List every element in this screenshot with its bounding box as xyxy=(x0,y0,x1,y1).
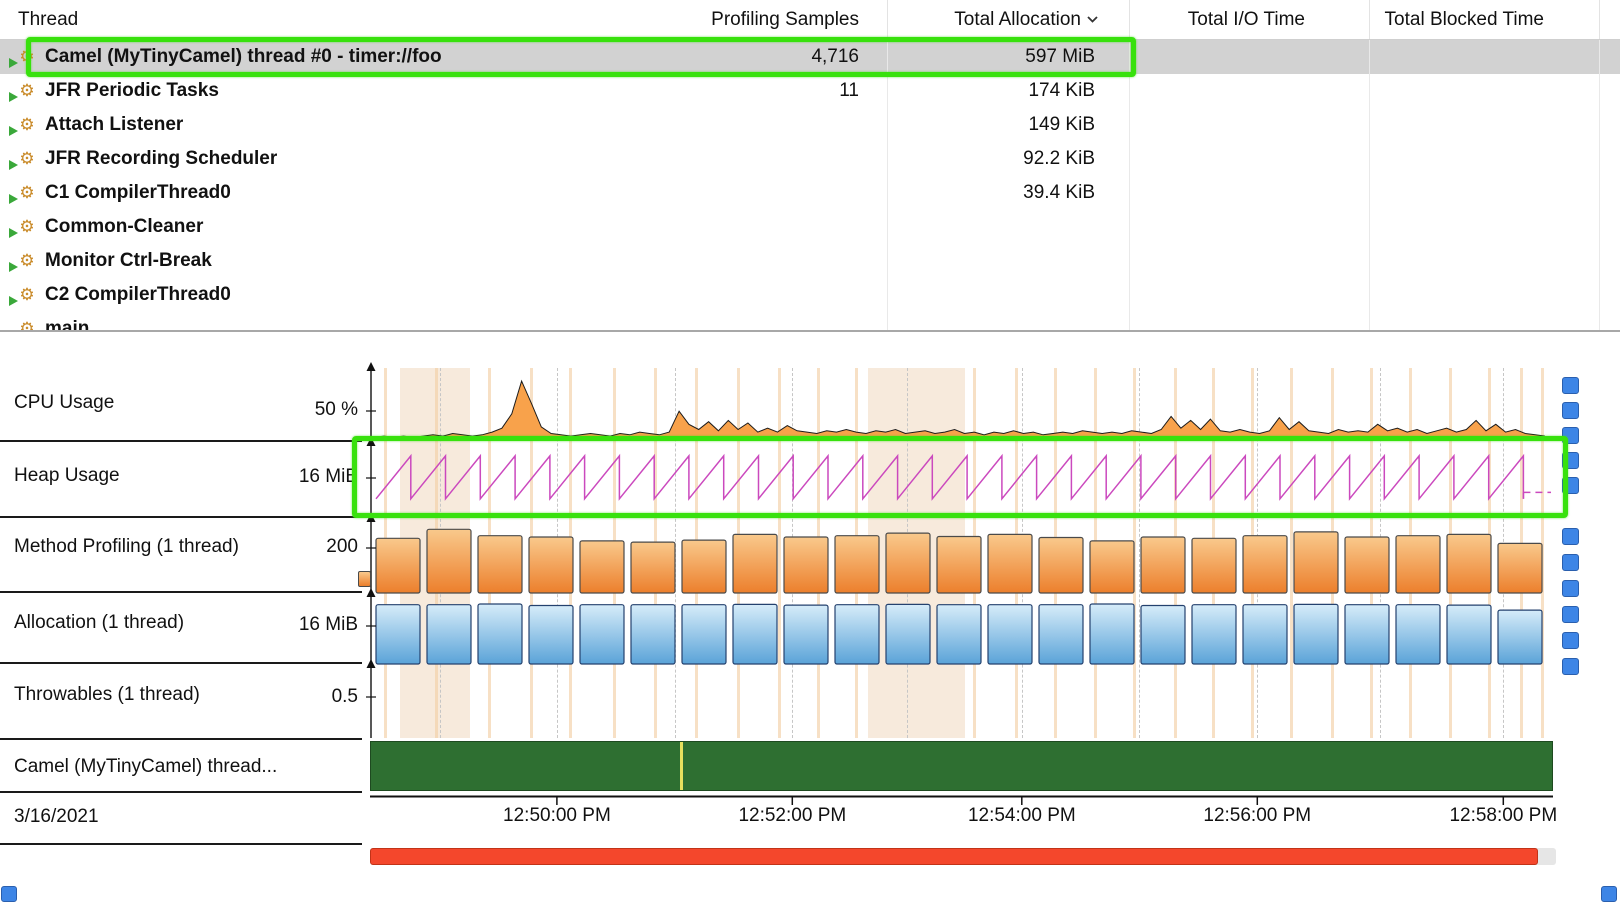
legend-chip-button[interactable] xyxy=(1562,554,1579,571)
thread-lane[interactable] xyxy=(370,741,1553,791)
time-tick-label: 12:58:00 PM xyxy=(1449,805,1557,827)
method-profiling-clipped-bar xyxy=(358,571,371,587)
time-tick-label: 12:50:00 PM xyxy=(503,805,611,827)
row-label-method-profiling: Method Profiling (1 thread) xyxy=(14,536,239,558)
label-divider xyxy=(0,843,362,845)
time-tick-label: 12:52:00 PM xyxy=(738,805,846,827)
axis-value-heap-usage: 16 MiB xyxy=(230,466,358,488)
event-marker xyxy=(680,742,683,790)
legend-chip-button[interactable] xyxy=(1562,580,1579,597)
label-divider xyxy=(0,791,362,793)
row-label-cpu-usage: CPU Usage xyxy=(14,392,114,414)
row-label-throwables: Throwables (1 thread) xyxy=(14,684,200,706)
legend-chip-button[interactable] xyxy=(1562,606,1579,623)
axis-value-throwables: 0.5 xyxy=(230,686,358,708)
legend-chip-button[interactable] xyxy=(1562,528,1579,545)
label-divider xyxy=(0,738,362,740)
corner-widget-right[interactable] xyxy=(1601,886,1617,902)
throwables-chart-svg xyxy=(370,665,1553,738)
axis-value-cpu-usage: 50 % xyxy=(230,399,358,421)
timeline-scrollbar-thumb[interactable] xyxy=(370,848,1538,865)
time-axis: 12:50:00 PM 12:52:00 PM 12:54:00 PM 12:56:0… xyxy=(370,795,1557,840)
corner-widget-left[interactable] xyxy=(1,886,17,902)
time-tick-label: 12:56:00 PM xyxy=(1203,805,1311,827)
annotation-heap-chart xyxy=(352,436,1568,518)
legend-chip-button[interactable] xyxy=(1562,658,1579,675)
legend-chip-button[interactable] xyxy=(1562,377,1579,394)
label-divider xyxy=(0,662,362,664)
legend-chip-button[interactable] xyxy=(1562,632,1579,649)
label-divider xyxy=(0,440,362,442)
chart-allocation[interactable] xyxy=(370,594,1553,662)
legend-chip-button[interactable] xyxy=(1562,402,1579,419)
allocation-chart-svg xyxy=(370,594,1553,662)
chart-method-profiling[interactable] xyxy=(370,519,1553,591)
label-divider xyxy=(0,591,362,593)
row-label-allocation: Allocation (1 thread) xyxy=(14,612,184,634)
time-tick-label: 12:54:00 PM xyxy=(968,805,1076,827)
label-divider xyxy=(0,516,362,518)
date-label: 3/16/2021 xyxy=(14,806,99,828)
row-label-thread-lane: Camel (MyTinyCamel) thread... xyxy=(14,756,277,778)
axis-value-method-profiling: 200 xyxy=(230,536,358,558)
chart-throwables[interactable] xyxy=(370,665,1553,738)
row-label-heap-usage: Heap Usage xyxy=(14,465,120,487)
annotation-selected-row xyxy=(26,37,1136,77)
cpu-usage-chart-svg xyxy=(370,368,1553,440)
timeline-scrollbar-track[interactable] xyxy=(370,848,1556,865)
chart-cpu-usage[interactable] xyxy=(370,368,1553,440)
axis-value-allocation: 16 MiB xyxy=(230,614,358,636)
method-profiling-chart-svg xyxy=(370,519,1553,591)
